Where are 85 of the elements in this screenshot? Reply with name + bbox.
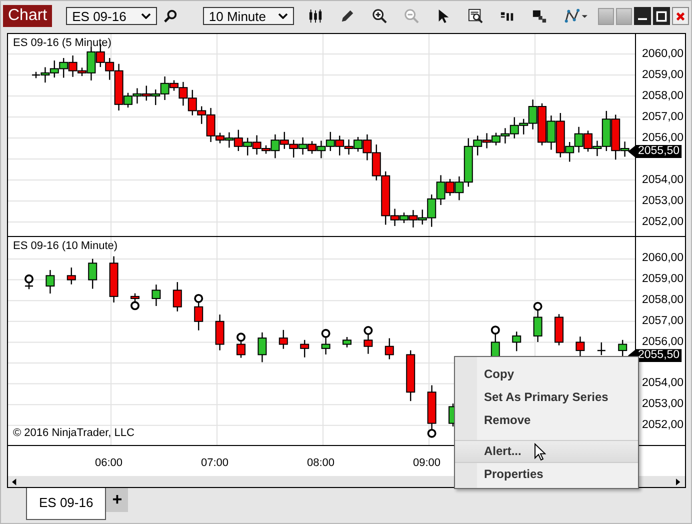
layers-icon[interactable] <box>532 8 547 24</box>
candle <box>66 268 76 284</box>
signal-marker <box>490 326 500 335</box>
price-label: 2058,00 <box>641 294 684 308</box>
signal-marker <box>321 328 330 338</box>
candle <box>597 342 606 356</box>
caret-icon <box>140 13 151 19</box>
signal-marker <box>427 428 436 438</box>
search-icon[interactable] <box>162 8 178 24</box>
candle <box>278 330 288 349</box>
price-label: 2059,00 <box>641 68 684 82</box>
candle <box>258 332 267 362</box>
maximize-button[interactable] <box>653 7 670 25</box>
candle <box>46 270 55 294</box>
signal-marker <box>364 326 373 335</box>
candle <box>321 337 330 354</box>
price-label: 2054,00 <box>641 377 684 390</box>
add-tab-button[interactable]: + <box>106 488 128 512</box>
signal-marker <box>194 294 204 303</box>
minimize-icon <box>638 18 648 20</box>
scroll-left-icon[interactable] <box>12 478 17 486</box>
candle <box>194 302 204 330</box>
menu-item[interactable]: Properties <box>455 463 638 486</box>
close-icon <box>674 10 687 22</box>
candle <box>342 337 352 348</box>
last-price-marker: 2055,50 <box>628 349 682 362</box>
chart-tab[interactable]: ES 09-16 <box>26 488 106 520</box>
candle <box>512 332 522 352</box>
candle <box>88 258 98 289</box>
scroll-right-icon[interactable] <box>676 478 681 486</box>
signal-marker <box>236 332 246 342</box>
menu-item[interactable]: Set As Primary Series <box>455 386 638 409</box>
candle <box>364 334 373 354</box>
menu-item[interactable]: Alert... <box>455 440 638 463</box>
price-label: 2054,00 <box>641 174 684 186</box>
time-label: 06:00 <box>95 457 123 469</box>
candle <box>172 282 182 312</box>
price-label: 2060,00 <box>641 48 684 60</box>
price-label: 2057,00 <box>641 314 684 328</box>
signal-marker <box>24 274 34 284</box>
maximize-icon <box>655 10 668 22</box>
candle <box>109 256 118 302</box>
price-label: 2053,00 <box>641 398 684 412</box>
signal-marker <box>130 301 140 310</box>
candle <box>300 340 310 358</box>
price-label: 2059,00 <box>641 273 684 286</box>
time-label: 07:00 <box>201 457 229 469</box>
price-label: 2060,00 <box>641 252 684 266</box>
time-label: 08:00 <box>307 457 335 469</box>
price-label: 2053,00 <box>641 194 684 208</box>
candle <box>215 314 224 350</box>
last-price-marker: 2055,50 <box>628 145 682 158</box>
candle <box>576 336 585 358</box>
close-button[interactable] <box>672 7 689 25</box>
interval-dropdown[interactable]: 10 Minute <box>202 7 294 25</box>
price-label: 2052,00 <box>641 216 684 228</box>
copyright-text: © 2016 NinjaTrader, LLC <box>13 427 134 439</box>
time-label: 09:00 <box>413 457 441 469</box>
candle <box>406 350 416 402</box>
panel-title: ES 09-16 (10 Minute) <box>13 240 118 252</box>
signal-marker <box>533 302 542 311</box>
menu-item[interactable]: Copy <box>455 363 638 386</box>
zoom-in-icon[interactable] <box>372 8 387 24</box>
price-label: 2052,00 <box>641 418 684 432</box>
price-label: 2058,00 <box>641 90 684 102</box>
candle <box>427 385 436 430</box>
candle <box>236 341 246 358</box>
pencil-icon[interactable] <box>340 8 355 24</box>
menu-item[interactable]: Remove <box>455 409 638 432</box>
data-box-icon[interactable] <box>468 8 483 24</box>
window-title: Chart <box>3 5 52 27</box>
panel-title: ES 09-16 (5 Minute) <box>13 37 112 49</box>
candle <box>384 338 394 360</box>
price-label: 2057,00 <box>641 110 684 124</box>
price-label: 2056,00 <box>641 336 684 349</box>
candlestick-icon[interactable] <box>308 8 323 24</box>
instrument-dropdown[interactable]: ES 09-16 <box>66 7 157 25</box>
mouse-cursor-icon <box>534 443 546 461</box>
candle <box>533 310 542 342</box>
price-label: 2056,00 <box>641 132 684 144</box>
candle <box>152 284 161 306</box>
minimize-button[interactable] <box>634 7 652 25</box>
drawing-tool-icon[interactable] <box>564 8 588 24</box>
caret-icon <box>278 13 288 19</box>
candle <box>554 314 564 346</box>
